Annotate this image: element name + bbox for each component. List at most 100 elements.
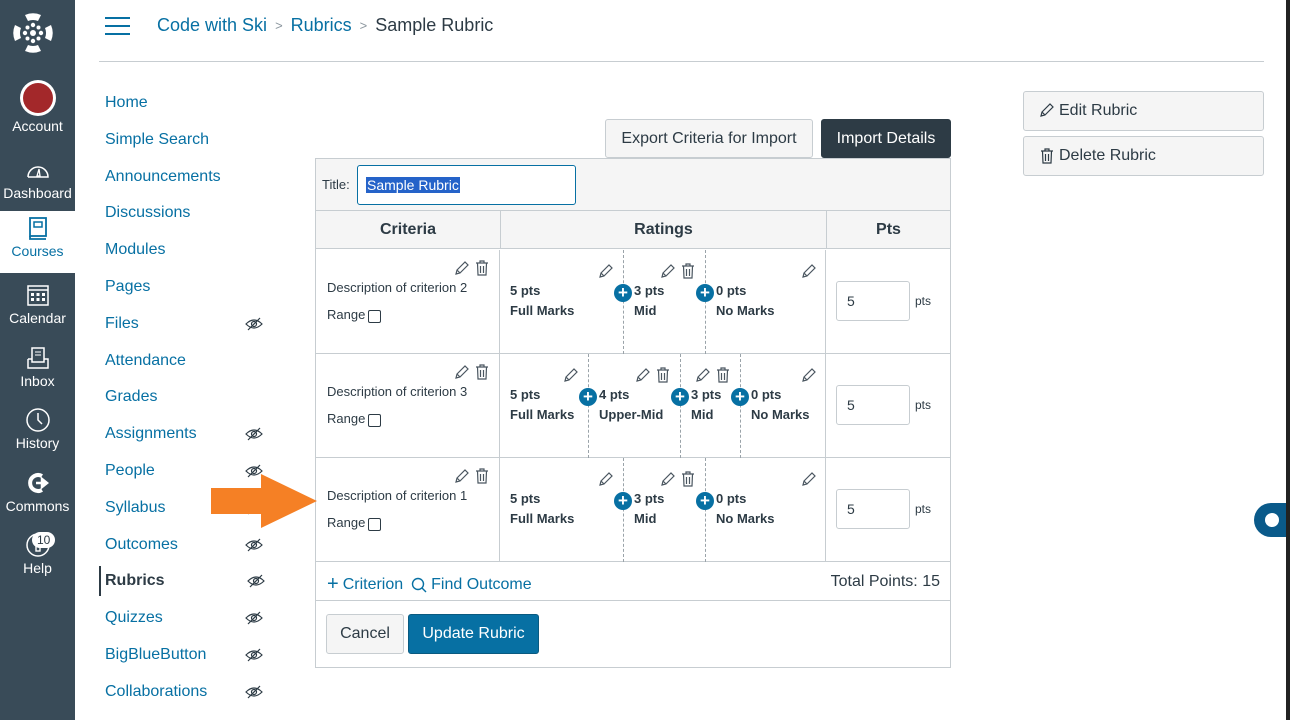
- breadcrumb-rubrics[interactable]: Rubrics: [291, 15, 352, 36]
- criterion-points-input[interactable]: 5: [836, 489, 910, 529]
- add-rating-plus-icon[interactable]: +: [671, 388, 689, 406]
- global-nav-calendar[interactable]: Calendar: [0, 278, 75, 340]
- pencil-icon[interactable]: [800, 366, 818, 384]
- add-rating-plus-icon[interactable]: +: [696, 492, 714, 510]
- pencil-icon[interactable]: [597, 470, 615, 488]
- cancel-button[interactable]: Cancel: [326, 614, 404, 654]
- hidden-eye-icon: [245, 648, 263, 662]
- course-nav-label: Outcomes: [105, 535, 178, 553]
- global-nav: Account Dashboard Courses Calendar Inbox…: [0, 0, 75, 720]
- pencil-icon[interactable]: [694, 366, 712, 384]
- pencil-icon[interactable]: [659, 262, 677, 280]
- criterion-points-input[interactable]: 5: [836, 281, 910, 321]
- course-nav-item[interactable]: Pages: [99, 272, 279, 309]
- range-checkbox[interactable]: [368, 414, 382, 427]
- trash-icon[interactable]: [654, 366, 672, 384]
- add-rating-plus-icon[interactable]: +: [579, 388, 597, 406]
- add-rating-plus-icon[interactable]: +: [614, 284, 632, 302]
- course-nav-item[interactable]: Modules: [99, 235, 279, 272]
- global-nav-help[interactable]: 10 Help: [0, 528, 75, 590]
- hidden-eye-icon: [245, 538, 263, 551]
- pencil-icon[interactable]: [659, 470, 677, 488]
- add-criterion-button[interactable]: + Criterion: [327, 573, 403, 596]
- pencil-icon[interactable]: [453, 363, 471, 381]
- pencil-icon[interactable]: [800, 470, 818, 488]
- help-tray-tab[interactable]: [1254, 503, 1290, 537]
- pencil-icon[interactable]: [453, 259, 471, 277]
- rating-label: Mid: [634, 303, 657, 318]
- criterion-row: Description of criterion 3 Range 5 pts Full…: [316, 354, 950, 458]
- add-rating-plus-icon[interactable]: +: [614, 492, 632, 510]
- dashboard-gauge-icon: [26, 166, 49, 178]
- import-details-button[interactable]: Import Details: [821, 119, 951, 158]
- rating: 0 pts No Marks +: [696, 250, 826, 354]
- rating-points: 5 pts: [510, 283, 541, 298]
- trash-icon[interactable]: [473, 467, 491, 485]
- course-nav-item[interactable]: Assignments: [99, 419, 279, 456]
- global-nav-label: Inbox: [20, 373, 55, 389]
- rating-points: 3 pts: [691, 387, 722, 402]
- add-rating-plus-icon[interactable]: +: [696, 284, 714, 302]
- breadcrumb-course[interactable]: Code with Ski: [157, 15, 267, 36]
- course-nav-label: Simple Search: [105, 130, 210, 148]
- trash-icon[interactable]: [714, 366, 732, 384]
- trash-icon: [1041, 148, 1053, 164]
- delete-rubric-button[interactable]: Delete Rubric: [1023, 136, 1264, 176]
- criterion-cell: Description of criterion 3 Range: [316, 354, 500, 458]
- find-outcome-button[interactable]: Find Outcome: [411, 576, 532, 594]
- course-nav-item[interactable]: Collaborations: [99, 677, 279, 714]
- global-nav-commons[interactable]: Commons: [0, 466, 75, 528]
- rubric-title-input[interactable]: Sample Rubric: [357, 165, 576, 205]
- course-nav-item[interactable]: Home: [99, 88, 279, 125]
- hamburger-menu-icon[interactable]: [105, 17, 130, 35]
- pencil-icon[interactable]: [453, 467, 471, 485]
- course-nav-item[interactable]: Announcements: [99, 162, 279, 199]
- pencil-icon[interactable]: [562, 366, 580, 384]
- global-nav-account[interactable]: Account: [0, 80, 75, 142]
- pencil-icon[interactable]: [800, 262, 818, 280]
- course-nav-item[interactable]: Grades: [99, 382, 279, 419]
- edit-rubric-button[interactable]: Edit Rubric: [1023, 91, 1264, 131]
- trash-icon[interactable]: [473, 259, 491, 277]
- trash-icon[interactable]: [679, 262, 697, 280]
- criterion-points-input[interactable]: 5: [836, 385, 910, 425]
- trash-icon[interactable]: [473, 363, 491, 381]
- course-nav-item[interactable]: Outcomes: [99, 530, 279, 567]
- global-nav-dashboard[interactable]: Dashboard: [0, 153, 75, 215]
- ratings-cell: 5 pts Full Marks 3 pts Mid +0 pts No Marks +: [501, 250, 826, 354]
- course-nav-item[interactable]: Attendance: [99, 346, 279, 383]
- update-rubric-button[interactable]: Update Rubric: [408, 614, 539, 654]
- hidden-eye-icon: [247, 574, 265, 588]
- course-nav-label: Collaborations: [105, 682, 208, 700]
- trash-icon[interactable]: [679, 470, 697, 488]
- annotation-arrow: [211, 474, 317, 528]
- range-checkbox[interactable]: [368, 310, 382, 323]
- pencil-icon[interactable]: [634, 366, 652, 384]
- points-cell: 5 pts: [827, 354, 950, 458]
- course-nav-item[interactable]: Discussions: [99, 198, 279, 235]
- rating-points: 5 pts: [510, 491, 541, 506]
- global-nav-inbox[interactable]: Inbox: [0, 341, 75, 403]
- course-nav-item[interactable]: Simple Search: [99, 125, 279, 162]
- range-checkbox[interactable]: [368, 518, 382, 531]
- criterion-row: Description of criterion 2 Range 5 pts Full…: [316, 250, 950, 354]
- course-nav-item[interactable]: Rubrics: [99, 566, 279, 597]
- global-nav-courses[interactable]: Courses: [0, 211, 75, 273]
- course-nav-item[interactable]: BigBlueButton: [99, 640, 279, 677]
- breadcrumb-separator: >: [359, 18, 368, 33]
- add-rating-plus-icon[interactable]: +: [731, 388, 749, 406]
- export-criteria-button[interactable]: Export Criteria for Import: [605, 119, 813, 158]
- global-nav-history[interactable]: History: [0, 403, 75, 465]
- canvas-logo-icon[interactable]: [11, 11, 55, 55]
- global-nav-label: History: [15, 435, 60, 451]
- pencil-icon[interactable]: [597, 262, 615, 280]
- global-nav-label: Help: [23, 560, 52, 576]
- course-nav-item[interactable]: Files: [99, 309, 279, 346]
- range-label: Range: [327, 307, 366, 322]
- edit-rubric-label: Edit Rubric: [1059, 102, 1138, 119]
- course-nav-label: Announcements: [105, 167, 221, 185]
- rating-label: Mid: [691, 407, 714, 422]
- header-ratings: Ratings: [501, 211, 827, 249]
- breadcrumb-separator: >: [275, 18, 283, 33]
- course-nav-item[interactable]: Quizzes: [99, 603, 279, 640]
